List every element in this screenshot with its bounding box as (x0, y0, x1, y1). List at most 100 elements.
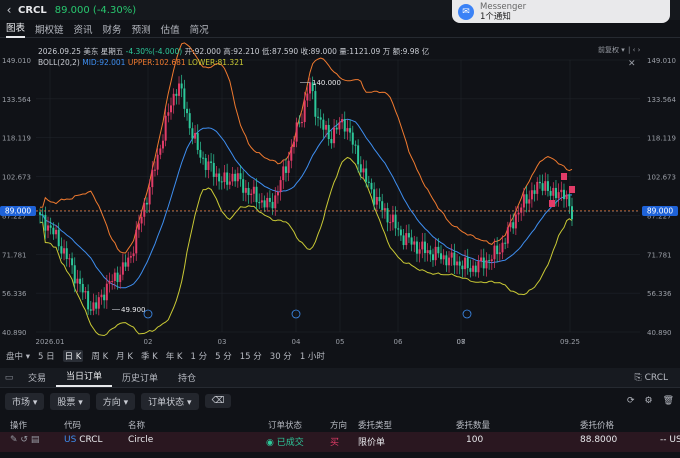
refresh-icon[interactable]: ⟳ (627, 396, 635, 406)
candle-body (544, 181, 547, 191)
tab-valuation[interactable]: 估值 (161, 22, 180, 36)
candle-body (274, 195, 277, 209)
symbol-title: CRCL (18, 4, 47, 16)
candle-body (429, 250, 432, 255)
candle-body (183, 88, 186, 109)
edit-icon[interactable]: ✎ (10, 435, 18, 445)
row-price: 88.8000 (580, 435, 618, 445)
candle-body (560, 189, 563, 193)
tab-news[interactable]: 资讯 (74, 22, 93, 36)
detail-icon[interactable]: ▤ (31, 435, 40, 445)
candle-body (276, 192, 279, 196)
filter-market[interactable]: 市场 ▾ (5, 392, 45, 410)
col-status: 订单状态 (268, 421, 303, 431)
tab-profile[interactable]: 简况 (190, 22, 209, 36)
candle-body (234, 173, 237, 182)
candle-body (145, 202, 148, 205)
candle-body (322, 119, 325, 130)
trade-symbol-selector[interactable]: ⎘ CRCL (635, 373, 668, 383)
candle-body (210, 161, 213, 163)
candle-body (431, 254, 434, 261)
candle-body (349, 128, 352, 133)
candlestick-chart[interactable]: 149.010133.564118.119102.67387.22771.781… (0, 40, 680, 346)
panel-icon[interactable]: ▭ (0, 373, 18, 383)
candle-body (325, 124, 328, 130)
event-markers[interactable] (143, 309, 472, 319)
candle-body (127, 257, 130, 267)
candle-body (132, 253, 135, 257)
candle-body (525, 194, 528, 204)
period-dropdown[interactable]: 盘中 ▾ (6, 350, 30, 362)
period-2[interactable]: 周 K (91, 350, 108, 362)
candle-body (57, 229, 60, 247)
current-price-tag-left: 89.000 (0, 205, 36, 216)
tab-financials[interactable]: 财务 (103, 22, 122, 36)
filter-stock[interactable]: 股票 ▾ (50, 392, 90, 410)
boll-mid-line (39, 118, 573, 289)
tab-options[interactable]: 期权链 (35, 22, 64, 36)
candle-body (373, 189, 376, 205)
period-3[interactable]: 月 K (116, 350, 133, 362)
period-4[interactable]: 季 K (141, 350, 158, 362)
candle-body (140, 216, 143, 224)
period-0[interactable]: 5 日 (38, 350, 55, 362)
y-tick-right: 118.119 (647, 135, 676, 143)
adjust-dropdown[interactable]: 前复权 ▾ (598, 45, 625, 54)
chart-ctrl-icons[interactable]: | ‹ › (628, 46, 641, 54)
candle-body (391, 214, 394, 223)
tab-trade[interactable]: 交易 (18, 371, 56, 384)
candle-body (215, 173, 218, 177)
candle-body (65, 248, 68, 260)
period-9[interactable]: 30 分 (270, 350, 292, 362)
back-icon[interactable]: ‹ (0, 3, 18, 17)
row-actions: ✎ ↺ ▤ (10, 435, 39, 445)
candle-body (394, 214, 397, 229)
candle-body (381, 201, 384, 211)
y-tick-right: 133.564 (647, 96, 676, 104)
close-indicator-icon[interactable]: ✕ (628, 59, 636, 69)
candle-body (410, 237, 413, 245)
candle-body (239, 173, 242, 180)
candle-body (105, 283, 108, 301)
ohlc-info: 2026.09.25 美东 星期五 -4.30%(-4.000) 开:92.00… (38, 46, 429, 57)
tab-positions[interactable]: 持仓 (168, 371, 206, 384)
y-tick-left: 71.781 (2, 251, 27, 259)
info-volume: 量:1121.09 万 (339, 47, 391, 56)
candle-body (188, 113, 191, 129)
period-5[interactable]: 年 K (166, 350, 183, 362)
row-status: 已成交 (276, 438, 304, 448)
filter-direction[interactable]: 方向 ▾ (95, 392, 136, 410)
clear-filter-icon[interactable]: ⌫ (204, 394, 232, 408)
candle-body (389, 222, 392, 224)
candle-body (319, 117, 322, 120)
tab-today-orders[interactable]: 当日订单 (56, 369, 113, 387)
filter-status[interactable]: 订单状态 ▾ (141, 392, 199, 410)
candle-body (73, 265, 76, 284)
tab-history-orders[interactable]: 历史订单 (112, 371, 168, 384)
settings-icon[interactable]: ⚙ (644, 396, 652, 406)
period-6[interactable]: 1 分 (191, 350, 208, 362)
candle-body (517, 212, 520, 215)
y-tick-right: 56.336 (647, 290, 672, 298)
col-action: 操作 (10, 421, 28, 431)
row-side: 买 (330, 438, 340, 448)
candle-body (244, 187, 247, 193)
delete-icon[interactable]: 🗑 (663, 396, 674, 406)
candle-body (375, 197, 378, 205)
period-8[interactable]: 15 分 (240, 350, 262, 362)
undo-icon[interactable]: ↺ (20, 435, 28, 445)
candle-body (44, 214, 47, 231)
period-7[interactable]: 5 分 (215, 350, 232, 362)
candle-body (448, 257, 451, 266)
table-row[interactable]: ✎ ↺ ▤ US CRCL Circle ◉ 已成交 买 限价单 100 88.… (0, 432, 680, 452)
max-annotation: 140.000 (300, 79, 341, 87)
candle-body (343, 119, 346, 132)
tab-chart[interactable]: 图表 (6, 20, 26, 38)
trade-symbol: CRCL (644, 372, 668, 383)
candle-body (362, 168, 365, 173)
period-10[interactable]: 1 小时 (300, 350, 325, 362)
period-1[interactable]: 日 K (62, 350, 84, 362)
tab-forecast[interactable]: 预测 (132, 22, 151, 36)
candle-body (287, 160, 290, 173)
candle-body (220, 181, 223, 183)
